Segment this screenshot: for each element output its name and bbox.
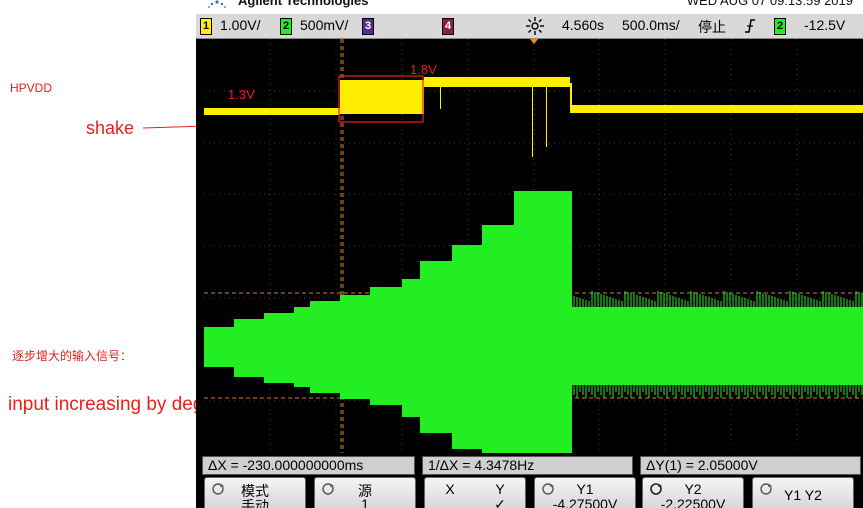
x-label: X (445, 481, 455, 497)
v-high-label: 1.8V (410, 62, 437, 77)
y1y2-softkey[interactable]: Y1 Y2 (752, 477, 854, 508)
brand-bar: Agilent Technologies WED AUG 07 09:13:59… (196, 0, 863, 14)
mode-softkey[interactable]: 模式 手动 (204, 477, 306, 508)
measurement-bar: ΔX = -230.000000000ms 1/ΔX = 4.3478Hz ΔY… (196, 454, 863, 475)
run-state: 停止 (698, 19, 726, 35)
trigger-source[interactable]: 2 (774, 18, 786, 35)
xy-softkey[interactable]: X Y ✓ (424, 477, 526, 508)
oscilloscope-screen: Agilent Technologies WED AUG 07 09:13:59… (196, 0, 863, 508)
trigger-sun-icon (526, 17, 544, 35)
y-label: Y (495, 481, 505, 497)
datetime-readout: WED AUG 07 09:13:59 2019 (686, 0, 853, 8)
rising-edge-icon (745, 19, 755, 33)
time-scale: 500.0ms/ (622, 17, 680, 33)
channel-status-bar: 1 1.00V/ 2 500mV/ 3 4 4.560s 500.0ms/ 停止… (196, 14, 863, 39)
time-position: 4.560s (562, 17, 605, 33)
y1-softkey-value: -4.27500V (552, 496, 618, 508)
mode-softkey-value: 手动 (241, 498, 269, 508)
y2-softkey-title: Y2 (684, 481, 702, 497)
hpvdd-label: HPVDD (10, 81, 53, 95)
ch2-indicator[interactable]: 2 (280, 18, 292, 35)
v-low-label: 1.3V (228, 87, 255, 102)
delta-x-readout: ΔX = -230.000000000ms (202, 456, 415, 475)
shake-label: shake (86, 118, 135, 138)
delta-y-readout: ΔY(1) = 2.05000V (640, 456, 861, 475)
y1-softkey-title: Y1 (576, 481, 594, 497)
ch2-scale: 500mV/ (300, 17, 349, 33)
trigger-marker-top (530, 39, 538, 44)
agilent-spark-icon (208, 0, 226, 8)
ch2-trace (204, 191, 863, 453)
ch3-indicator[interactable]: 3 (362, 18, 374, 35)
source-softkey-value: 1 (361, 496, 369, 508)
trigger-level: -12.5V (804, 17, 846, 33)
increasing-input-cn-label: 逐步增大的输入信号： (12, 349, 133, 363)
brand-name: Agilent Technologies (238, 0, 369, 8)
softkey-bar: 模式 手动 源 1 X Y ✓ Y1 -4.27500V Y2 -2.22500… (196, 475, 863, 508)
checkmark-icon: ✓ (494, 496, 506, 508)
inverse-delta-x-readout: 1/ΔX = 4.3478Hz (422, 456, 633, 475)
waveform-display: 1.3V 1.8V 1 2 (204, 39, 863, 453)
y1y2-softkey-title: Y1 Y2 (784, 487, 822, 503)
y2-softkey-value: -2.22500V (660, 496, 726, 508)
y2-softkey[interactable]: Y2 -2.22500V (642, 477, 744, 508)
ch1-scale: 1.00V/ (220, 17, 261, 33)
y1-softkey[interactable]: Y1 -4.27500V (534, 477, 636, 508)
ch4-indicator[interactable]: 4 (442, 18, 454, 35)
ch1-indicator[interactable]: 1 (200, 18, 212, 35)
source-softkey[interactable]: 源 1 (314, 477, 416, 508)
